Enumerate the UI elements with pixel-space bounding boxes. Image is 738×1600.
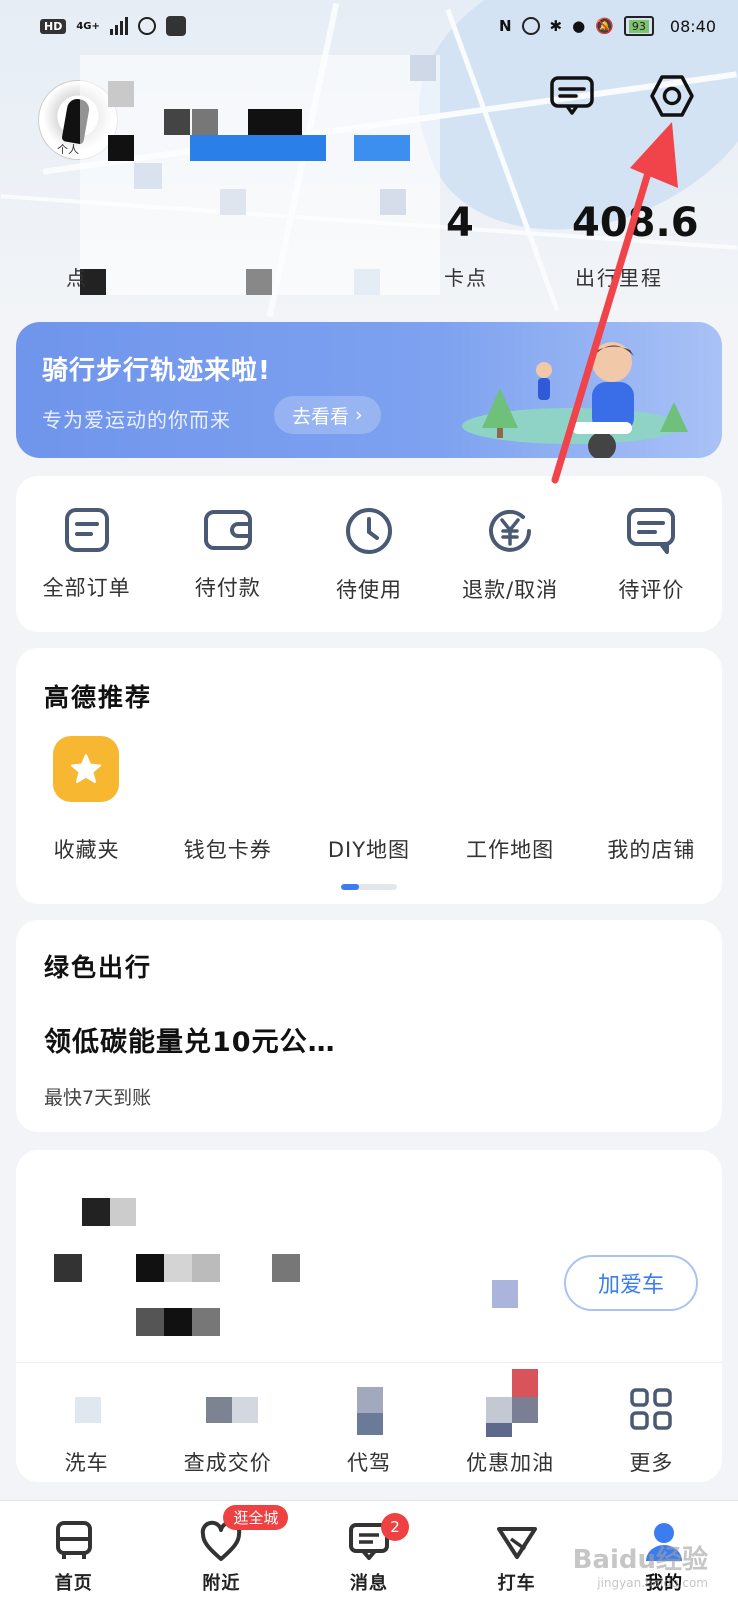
- add-car-button[interactable]: 加爱车: [564, 1255, 698, 1311]
- add-car-label: 加爱车: [597, 1273, 664, 1298]
- order-to-use-label: 待使用: [335, 578, 402, 602]
- order-list-icon: [64, 508, 109, 552]
- order-pending-payment[interactable]: 待付款: [163, 506, 293, 602]
- page-indicator: [341, 884, 397, 890]
- alarm-icon: [521, 17, 540, 35]
- mute-icon: 🔕: [595, 17, 614, 35]
- chat-icon: [550, 76, 594, 115]
- nav-messages[interactable]: 2 消息: [309, 1513, 429, 1595]
- designated-driver-label: 代驾: [346, 1451, 391, 1475]
- nav-home[interactable]: 首页: [14, 1519, 134, 1595]
- designated-driver[interactable]: 代驾: [304, 1363, 434, 1482]
- banner-title: 骑行步行轨迹来啦!: [42, 356, 271, 386]
- bus-icon: [55, 1521, 92, 1559]
- rec-wallet-coupons[interactable]: 钱包卡券: [158, 736, 298, 864]
- nav-messages-label: 消息: [349, 1573, 388, 1594]
- hd-badge: HD: [40, 18, 67, 34]
- green-travel-subtitle: 最快7天到账: [44, 1087, 152, 1109]
- stat-value-2: 408.6: [572, 200, 699, 246]
- car-price-icon: [205, 1383, 258, 1435]
- clock-icon: [345, 508, 392, 554]
- nav-home-label: 首页: [54, 1573, 93, 1594]
- nearby-badge: 逛全城: [223, 1505, 289, 1530]
- network-type: 4G+: [76, 20, 100, 32]
- message-button[interactable]: [548, 72, 596, 120]
- orders-card: 全部订单 待付款 待使用 退款/取消 待评价: [16, 476, 722, 632]
- avatar-caption: 个人: [57, 143, 79, 156]
- baidu-watermark: Baidu经验 jingyan.baidu.com: [572, 1545, 708, 1590]
- green-travel-title: 绿色出行: [44, 953, 153, 982]
- location-icon: ●: [572, 17, 586, 35]
- order-all-label: 全部订单: [42, 576, 131, 600]
- order-to-review[interactable]: 待评价: [586, 506, 716, 604]
- rec-wallet-coupons-label: 钱包卡券: [183, 838, 272, 862]
- car-price[interactable]: 查成交价: [163, 1363, 293, 1482]
- stat-label-1: 卡点: [444, 266, 488, 290]
- comment-icon: [627, 508, 676, 554]
- car-price-label: 查成交价: [183, 1451, 272, 1475]
- rec-diy-map[interactable]: DIY地图: [299, 736, 439, 864]
- stat-value-1: 4: [446, 200, 474, 246]
- green-travel-card[interactable]: 绿色出行 领低碳能量兑10元公… 最快7天到账: [16, 920, 722, 1132]
- shield-icon: [137, 17, 156, 35]
- rec-my-shop[interactable]: 我的店铺: [581, 736, 721, 864]
- redacted-car-info: [32, 1150, 592, 1360]
- fuel-discount-label: 优惠加油: [466, 1451, 555, 1475]
- banner-subtitle: 专为爱运动的你而来: [42, 408, 231, 432]
- cyclist-illustration: [462, 342, 688, 458]
- signal-icon: [109, 17, 128, 35]
- nav-taxi[interactable]: 打车: [457, 1519, 577, 1595]
- car-more-label: 更多: [629, 1451, 674, 1475]
- rec-favorites-label: 收藏夹: [53, 838, 120, 862]
- star-icon: [52, 736, 119, 802]
- car-wash[interactable]: 洗车: [22, 1363, 152, 1482]
- redacted-profile-info: [80, 55, 440, 295]
- settings-button[interactable]: [648, 72, 696, 120]
- clock: 08:40: [669, 16, 716, 36]
- chevron-right-icon: ›: [355, 404, 363, 426]
- rec-favorites[interactable]: 收藏夹: [17, 736, 157, 864]
- rec-work-map-label: 工作地图: [466, 838, 555, 862]
- banner-go-label: 去看看: [292, 405, 350, 428]
- status-bar: HD 4G+ N ✱ ● 🔕 93 08:40: [0, 0, 738, 52]
- rec-diy-map-label: DIY地图: [327, 838, 411, 862]
- stat-label-left: 点: [66, 266, 88, 290]
- nav-nearby[interactable]: 逛全城 附近: [161, 1505, 289, 1595]
- nav-nearby-label: 附近: [202, 1573, 241, 1594]
- bluetooth-icon: ✱: [549, 17, 563, 35]
- nfc-icon: N: [498, 17, 512, 35]
- fuel-discount[interactable]: 优惠加油: [445, 1363, 575, 1482]
- order-refund-label: 退款/取消: [462, 578, 559, 602]
- nav-taxi-label: 打车: [497, 1573, 536, 1594]
- track-banner[interactable]: 骑行步行轨迹来啦! 专为爱运动的你而来 去看看 ›: [16, 322, 722, 458]
- car-wash-icon: [65, 1383, 109, 1435]
- order-to-review-label: 待评价: [618, 578, 685, 602]
- wallet-icon: [203, 510, 252, 550]
- designated-driver-icon: [347, 1383, 391, 1435]
- rec-my-shop-label: 我的店铺: [607, 838, 696, 862]
- bottom-nav: 首页 逛全城 附近 2 消息 打车 我的 Baidu经验 jingyan.bai…: [0, 1500, 738, 1600]
- fuel-discount-icon: [486, 1369, 539, 1437]
- messages-badge: 2: [380, 1513, 409, 1541]
- battery-icon: 93: [623, 16, 654, 36]
- car-wash-label: 洗车: [64, 1451, 109, 1475]
- rec-work-map[interactable]: 工作地图: [440, 736, 580, 864]
- green-travel-headline: 领低碳能量兑10元公…: [44, 1027, 336, 1058]
- order-to-use[interactable]: 待使用: [304, 506, 434, 604]
- stat-label-2: 出行里程: [575, 266, 663, 290]
- order-refund[interactable]: 退款/取消: [445, 506, 575, 604]
- app-notification-icon: [165, 16, 186, 36]
- grid-icon: [630, 1388, 673, 1430]
- banner-go-button[interactable]: 去看看 ›: [274, 396, 381, 434]
- taxi-arrow-icon: [496, 1527, 537, 1559]
- refund-yen-icon: [489, 509, 532, 552]
- recommend-card: 高德推荐 收藏夹 钱包卡券 DIY地图 工作地图 我的店铺: [16, 648, 722, 904]
- gear-icon: [650, 75, 694, 117]
- car-services-card: 加爱车 洗车 查成交价 代驾 优惠加油 更多: [16, 1150, 722, 1482]
- order-all[interactable]: 全部订单: [22, 506, 152, 602]
- recommend-title: 高德推荐: [44, 683, 153, 712]
- order-pending-payment-label: 待付款: [194, 576, 261, 600]
- car-more[interactable]: 更多: [586, 1363, 716, 1482]
